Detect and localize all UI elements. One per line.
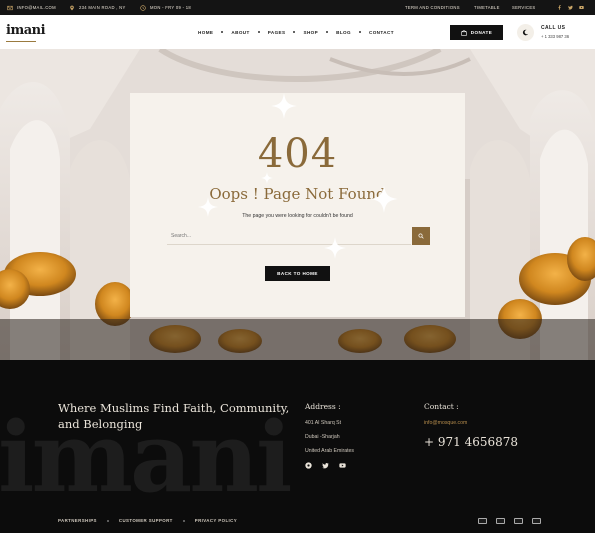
topbar-address-text: 234 MAIN ROAD , NY <box>79 5 126 10</box>
topbar-hours-text: MON - FRY 09 - 18 <box>150 5 192 10</box>
search-icon <box>418 233 424 239</box>
link-privacy-policy[interactable]: PRIVACY POLICY <box>195 518 237 523</box>
twitter-icon[interactable] <box>322 462 329 469</box>
nav-separator <box>221 31 224 33</box>
nav-home[interactable]: HOME <box>198 30 213 35</box>
donate-icon <box>461 29 467 36</box>
site-footer: imani Where Muslims Find Faith, Communit… <box>0 360 595 533</box>
link-separator <box>106 519 109 522</box>
sparkle-icon <box>271 93 297 119</box>
error-code: 404 <box>257 131 338 177</box>
error-subtitle: The page you were looking for couldn't b… <box>242 213 353 219</box>
card-icon <box>478 518 487 524</box>
card-icon <box>514 518 523 524</box>
nav-separator <box>358 31 361 33</box>
footer-tagline: Where Muslims Find Faith, Community, and… <box>58 401 290 431</box>
link-terms[interactable]: TERM AND CONDITIONS <box>405 0 460 15</box>
address-heading: Address : <box>305 402 341 411</box>
link-separator <box>182 519 185 522</box>
topbar-address: 234 MAIN ROAD , NY <box>69 0 126 15</box>
nav-separator <box>293 31 296 33</box>
main-nav: HOME ABOUT PAGES SHOP BLOG CONTACT <box>198 15 394 49</box>
sparkle-icon <box>261 172 273 184</box>
logo-underline <box>6 41 36 42</box>
moon-badge <box>517 24 534 41</box>
call-us-label: CALL US <box>541 25 566 31</box>
nav-separator <box>326 31 329 33</box>
nav-about[interactable]: ABOUT <box>231 30 249 35</box>
contact-email[interactable]: info@mosque.com <box>424 420 467 426</box>
logo[interactable]: imani <box>6 23 46 38</box>
search-button[interactable] <box>412 227 430 245</box>
site-header: imani HOME ABOUT PAGES SHOP BLOG CONTACT <box>0 15 595 49</box>
topbar-email[interactable]: INFO@MAIL.COM <box>7 0 56 15</box>
facebook-icon[interactable] <box>557 5 562 10</box>
crescent-moon-icon <box>522 29 529 36</box>
nav-shop[interactable]: SHOP <box>303 30 318 35</box>
link-customer-support[interactable]: CUSTOMER SUPPORT <box>119 518 173 523</box>
call-us-number[interactable]: + 1 333 987 36 <box>541 34 569 39</box>
card-icon <box>532 518 541 524</box>
top-bar: INFO@MAIL.COM 234 MAIN ROAD , NY MON - F… <box>0 0 595 15</box>
contact-phone[interactable]: + 971 4656878 <box>424 435 518 449</box>
mail-icon <box>7 5 13 10</box>
address-line: United Arab Emirates <box>305 448 355 454</box>
nav-pages[interactable]: PAGES <box>268 30 286 35</box>
contact-heading: Contact : <box>424 402 459 411</box>
payment-icons <box>478 518 541 524</box>
location-pin-icon <box>70 5 74 10</box>
nav-blog[interactable]: BLOG <box>336 30 351 35</box>
back-to-home-button[interactable]: BACK TO HOME <box>265 266 330 281</box>
link-services[interactable]: SERVICES <box>512 0 536 15</box>
sparkle-icon <box>198 197 218 217</box>
card-icon <box>496 518 505 524</box>
sparkle-icon <box>370 185 398 213</box>
call-us: CALL US + 1 333 987 36 <box>541 25 569 39</box>
address-line: 401 Al Sharq St <box>305 420 342 426</box>
clock-icon <box>140 4 146 11</box>
link-partnerships[interactable]: PARTNERSHIPS <box>58 518 97 523</box>
twitter-icon[interactable] <box>568 5 573 10</box>
address-line: Dubai -Sharjah <box>305 434 340 440</box>
footer-social <box>305 462 346 469</box>
topbar-email-text: INFO@MAIL.COM <box>17 5 56 10</box>
donate-label: DONATE <box>470 30 493 35</box>
not-found-card: 404 Oops ! Page Not Found The page you w… <box>130 93 465 317</box>
footer-bottom-links: PARTNERSHIPS CUSTOMER SUPPORT PRIVACY PO… <box>58 518 237 523</box>
topbar-social <box>557 0 584 15</box>
youtube-icon[interactable] <box>579 5 584 10</box>
search-input[interactable] <box>167 227 411 245</box>
nav-contact[interactable]: CONTACT <box>369 30 394 35</box>
youtube-icon[interactable] <box>339 462 346 469</box>
sparkle-icon <box>324 237 346 259</box>
topbar-hours: MON - FRY 09 - 18 <box>140 0 191 15</box>
instagram-icon[interactable] <box>305 462 312 469</box>
donate-button[interactable]: DONATE <box>450 25 503 40</box>
link-timetable[interactable]: TIMETABLE <box>474 0 500 15</box>
nav-separator <box>257 31 260 33</box>
error-title: Oops ! Page Not Found <box>209 185 386 203</box>
